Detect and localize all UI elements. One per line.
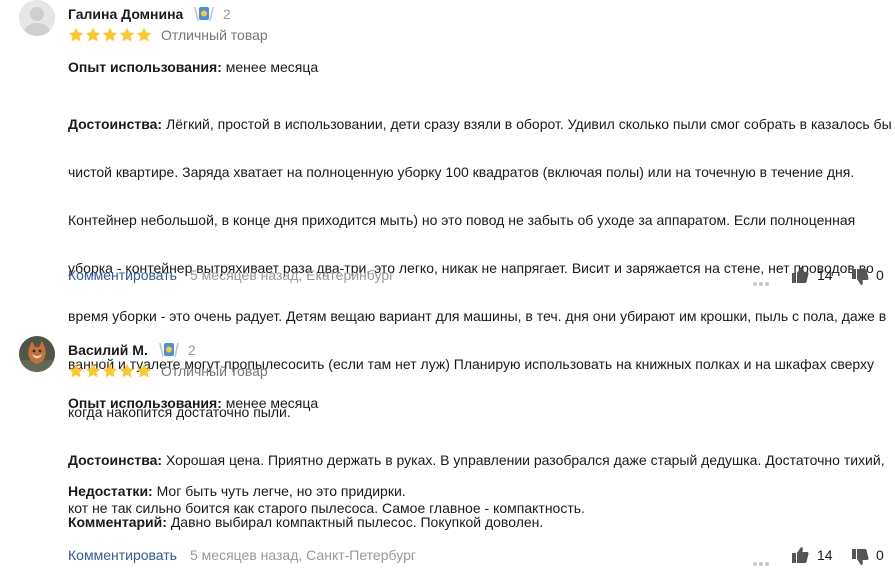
comment-value: Давно выбирал компактный пылесос. Покупк… bbox=[170, 514, 544, 530]
star-icon bbox=[85, 363, 101, 378]
star-icon bbox=[102, 363, 118, 378]
cons-row: Недостатки: Мог быть чуть легче, но это … bbox=[68, 479, 406, 503]
comment-link[interactable]: Комментировать bbox=[68, 267, 177, 283]
cons-value: Мог быть чуть легче, но это придирки. bbox=[156, 483, 406, 499]
rating-stars bbox=[68, 27, 152, 43]
rating-label: Отличный товар bbox=[161, 27, 268, 43]
review-meta: 5 месяцев назад, Санкт-Петербург bbox=[190, 547, 416, 563]
expert-badge-icon[interactable] bbox=[157, 340, 181, 360]
dislikes-count: 0 bbox=[876, 267, 884, 283]
expert-badge-icon[interactable] bbox=[192, 4, 216, 24]
star-icon bbox=[85, 27, 101, 42]
experience-value: менее месяца bbox=[225, 59, 319, 75]
cat-avatar-photo[interactable] bbox=[19, 336, 55, 372]
experience-label: Опыт использования: bbox=[68, 395, 222, 411]
star-icon bbox=[119, 27, 135, 42]
avatar-placeholder-icon[interactable] bbox=[19, 0, 55, 36]
pros-line: Достоинства: Лёгкий, простой в использов… bbox=[68, 116, 892, 132]
author-name[interactable]: Василий М. bbox=[68, 342, 148, 358]
dislikes-count: 0 bbox=[876, 547, 884, 563]
rating-label: Отличный товар bbox=[161, 363, 268, 379]
thumbs-up-icon[interactable] bbox=[791, 266, 809, 284]
more-dots-icon[interactable] bbox=[753, 553, 771, 566]
thumbs-up-icon[interactable] bbox=[791, 546, 809, 564]
pros-label: Достоинства: bbox=[68, 116, 163, 132]
likes-count: 14 bbox=[817, 547, 833, 563]
star-icon bbox=[102, 27, 118, 42]
likes-count: 14 bbox=[817, 267, 833, 283]
thumbs-down-icon[interactable] bbox=[851, 548, 869, 566]
badge-count: 2 bbox=[188, 342, 196, 358]
author-name[interactable]: Галина Домнина bbox=[68, 6, 183, 22]
star-icon bbox=[119, 363, 135, 378]
thumbs-down-icon[interactable] bbox=[851, 268, 869, 286]
pros-line: Достоинства: Хорошая цена. Приятно держа… bbox=[68, 452, 885, 468]
star-icon bbox=[136, 27, 152, 42]
cons-label: Недостатки: bbox=[68, 483, 153, 499]
star-icon bbox=[136, 363, 152, 378]
pros-label: Достоинства: bbox=[68, 452, 163, 468]
experience-label: Опыт использования: bbox=[68, 59, 222, 75]
star-icon bbox=[68, 27, 84, 42]
rating-stars bbox=[68, 363, 152, 379]
review-meta: 5 месяцев назад, Екатеринбург bbox=[190, 267, 395, 283]
comment-link[interactable]: Комментировать bbox=[68, 547, 177, 563]
more-dots-icon[interactable] bbox=[753, 273, 771, 286]
pros-line: время уборки - это очень радует. Детям в… bbox=[68, 308, 887, 324]
pros-line: чистой квартире. Заряда хватает на полно… bbox=[68, 164, 855, 180]
comment-row: Комментарий: Давно выбирал компактный пы… bbox=[68, 510, 543, 534]
star-icon bbox=[68, 363, 84, 378]
experience-row: Опыт использования: менее месяца bbox=[68, 391, 318, 415]
comment-label: Комментарий: bbox=[68, 514, 167, 530]
experience-row: Опыт использования: менее месяца bbox=[68, 55, 318, 79]
badge-count: 2 bbox=[223, 6, 231, 22]
experience-value: менее месяца bbox=[225, 395, 319, 411]
pros-line: Контейнер небольшой, в конце дня приходи… bbox=[68, 212, 856, 228]
